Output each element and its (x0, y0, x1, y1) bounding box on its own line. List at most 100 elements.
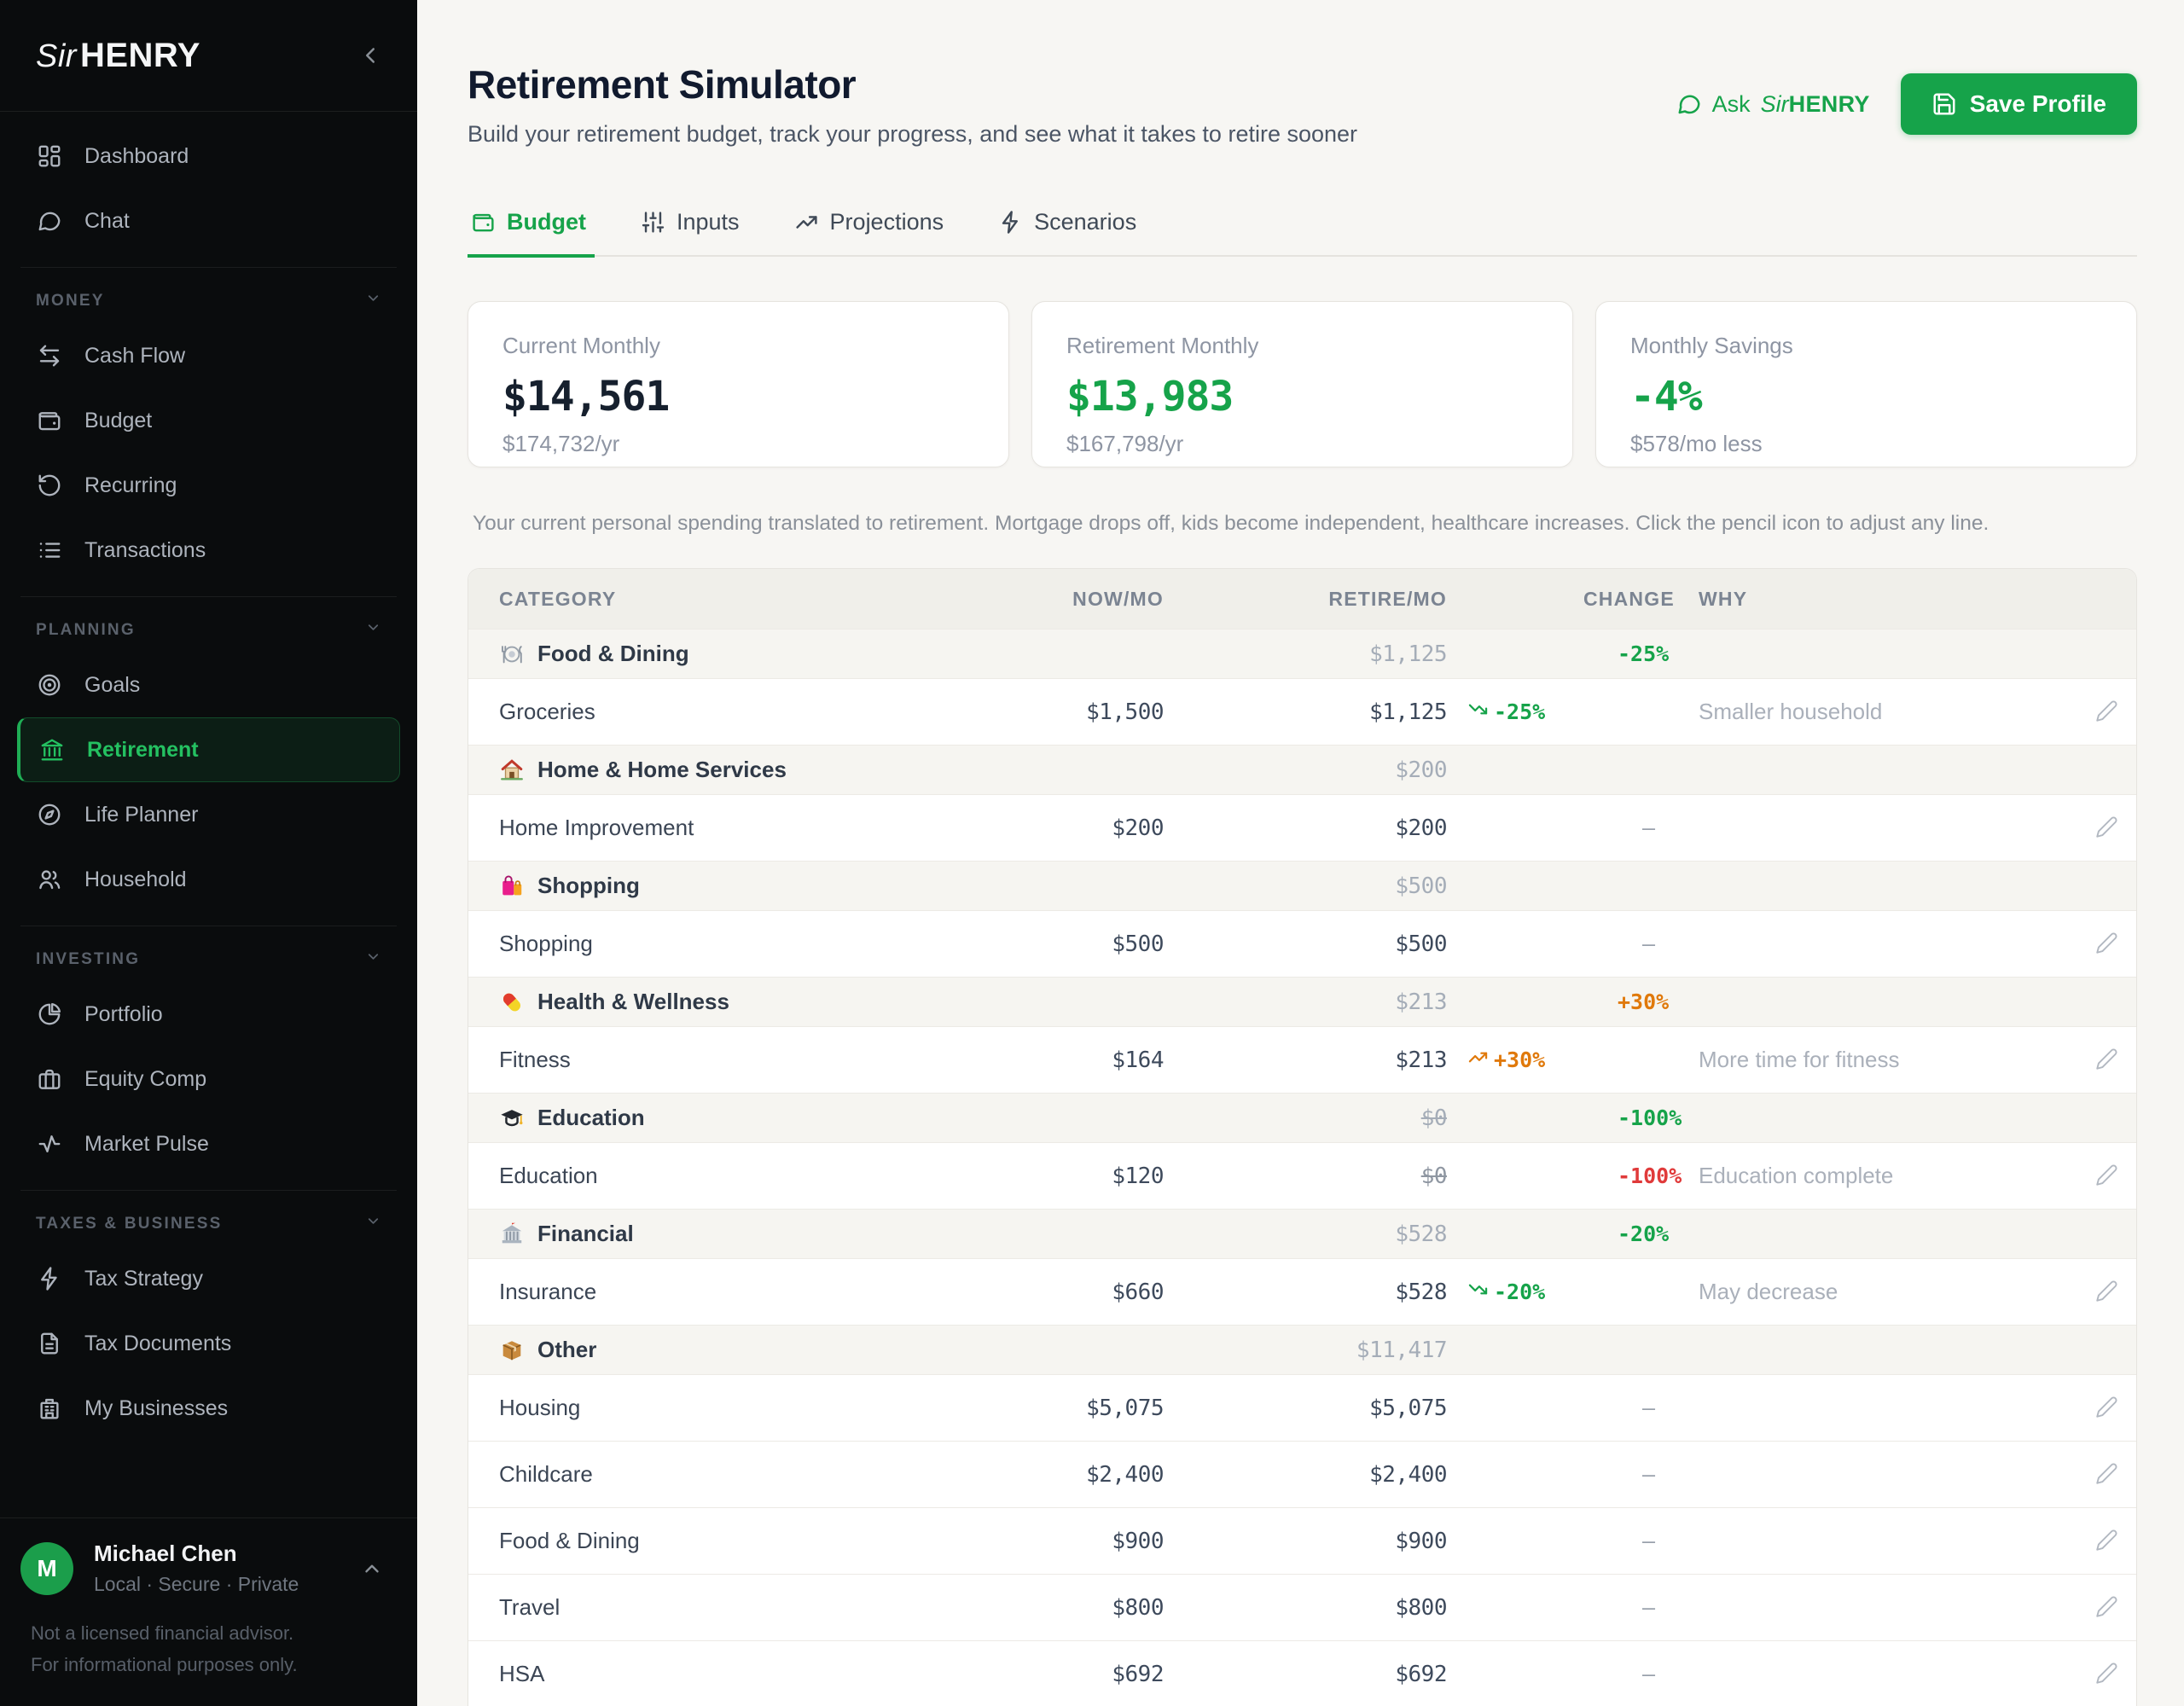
sidebar-item-household[interactable]: Household (17, 847, 400, 912)
main-content: Retirement Simulator Build your retireme… (417, 0, 2184, 1706)
edit-row-button[interactable] (2095, 1163, 2118, 1189)
sidebar-item-tax-strategy[interactable]: Tax Strategy (17, 1246, 400, 1311)
stat-cards: Current Monthly $14,561 $174,732/yr Reti… (468, 301, 2137, 467)
stat-card-monthly-savings: Monthly Savings -4% $578/mo less (1595, 301, 2137, 467)
stat-value: $14,561 (502, 373, 974, 421)
sidebar-item-transactions[interactable]: Transactions (17, 518, 400, 583)
now-value: $120 (952, 1163, 1164, 1189)
sidebar-item-tax-documents[interactable]: Tax Documents (17, 1311, 400, 1376)
sidebar-item-market-pulse[interactable]: Market Pulse (17, 1111, 400, 1176)
column-why: WHY (1699, 588, 2077, 611)
row-category-label: Food & Dining (468, 1528, 952, 1554)
avatar: M (20, 1542, 73, 1595)
edit-row-button[interactable] (2095, 1529, 2118, 1554)
now-value: $660 (952, 1280, 1164, 1305)
sidebar: SirHENRY DashboardChat MONEY Cash Flow Budg… (0, 0, 417, 1706)
sidebar-item-retirement[interactable]: Retirement (17, 717, 400, 782)
section-header-investing[interactable]: INVESTING (17, 940, 400, 982)
table-row-insurance: Insurance$660$528-20%May decrease (468, 1258, 2136, 1325)
section-title: PLANNING (36, 621, 136, 640)
stat-value: -4% (1630, 373, 2102, 421)
stat-label: Retirement Monthly (1066, 333, 1538, 359)
page-title: Retirement Simulator (468, 61, 1357, 107)
group-retire-value: $500 (1164, 873, 1447, 899)
tab-inputs[interactable]: Inputs (637, 197, 748, 258)
sidebar-item-goals[interactable]: Goals (17, 653, 400, 717)
group-change-value: -25% (1599, 641, 1699, 666)
tab-budget[interactable]: Budget (468, 197, 595, 258)
zap-icon (37, 1266, 62, 1291)
ask-sirhenry-button[interactable]: Ask SirHENRY (1676, 91, 1870, 118)
retire-value: $900 (1164, 1529, 1447, 1554)
sidebar-item-my-businesses[interactable]: My Businesses (17, 1376, 400, 1441)
edit-row-button[interactable] (2095, 1462, 2118, 1488)
pencil-icon (2095, 1662, 2118, 1687)
sidebar-item-recurring[interactable]: Recurring (17, 453, 400, 518)
sidebar-item-label: Tax Documents (84, 1332, 231, 1356)
bank-landmark-icon (39, 737, 65, 763)
divider (20, 1190, 397, 1191)
sidebar-item-label: Goals (84, 673, 140, 698)
section-header-money[interactable]: MONEY (17, 281, 400, 323)
sidebar-header: SirHENRY (0, 0, 417, 112)
table-row-housing: Housing$5,075$5,075— (468, 1374, 2136, 1441)
tab-scenarios[interactable]: Scenarios (995, 197, 1145, 258)
profile-expand-button[interactable] (361, 1558, 383, 1580)
group-category-label: Shopping (537, 873, 640, 899)
sidebar-item-chat[interactable]: Chat (17, 189, 400, 253)
profile-section[interactable]: M Michael Chen Local · Secure · Private (0, 1517, 417, 1615)
row-category-label: Groceries (468, 699, 952, 725)
sidebar-collapse-button[interactable] (357, 43, 383, 68)
row-category-label: Childcare (468, 1461, 952, 1488)
group-change-value: -100% (1599, 1105, 1699, 1130)
row-category-label: HSA (468, 1661, 952, 1687)
save-profile-label: Save Profile (1970, 90, 2106, 118)
group-retire-value: $0 (1164, 1105, 1447, 1131)
tab-projections[interactable]: Projections (791, 197, 953, 258)
stat-card-retirement-monthly: Retirement Monthly $13,983 $167,798/yr (1031, 301, 1573, 467)
table-row-travel: Travel$800$800— (468, 1574, 2136, 1640)
trend-up-icon (1468, 1047, 1488, 1072)
row-category-label: Home Improvement (468, 815, 952, 841)
edit-row-button[interactable] (2095, 1396, 2118, 1421)
sidebar-item-portfolio[interactable]: Portfolio (17, 982, 400, 1047)
sidebar-item-label: Cash Flow (84, 344, 185, 368)
why-text: More time for fitness (1699, 1047, 2077, 1073)
section-header-taxes-business[interactable]: TAXES & BUSINESS (17, 1204, 400, 1246)
group-retire-value: $200 (1164, 757, 1447, 783)
section-header-planning[interactable]: PLANNING (17, 611, 400, 653)
divider (20, 596, 397, 597)
table-row-fitness: Fitness$164$213+30%More time for fitness (468, 1026, 2136, 1093)
sidebar-item-budget[interactable]: Budget (17, 388, 400, 453)
sidebar-item-equity-comp[interactable]: Equity Comp (17, 1047, 400, 1111)
retire-value: $5,075 (1164, 1396, 1447, 1421)
table-row-shopping: Shopping$500$500— (468, 910, 2136, 977)
sidebar-item-label: Transactions (84, 538, 206, 563)
sidebar-item-life-planner[interactable]: Life Planner (17, 782, 400, 847)
chevron-down-icon (365, 290, 381, 311)
no-change-dash: — (1618, 1396, 1699, 1420)
table-row-hsa: HSA$692$692— (468, 1640, 2136, 1706)
edit-row-button[interactable] (2095, 1047, 2118, 1073)
retire-value: $213 (1164, 1047, 1447, 1073)
edit-row-button[interactable] (2095, 1662, 2118, 1687)
edit-row-button[interactable] (2095, 931, 2118, 957)
edit-row-button[interactable] (2095, 1280, 2118, 1305)
pencil-icon (2095, 1529, 2118, 1554)
edit-row-button[interactable] (2095, 699, 2118, 725)
no-change-dash: — (1618, 815, 1699, 840)
divider (20, 267, 397, 268)
edit-row-button[interactable] (2095, 815, 2118, 841)
save-profile-button[interactable]: Save Profile (1901, 73, 2137, 135)
sidebar-item-cash-flow[interactable]: Cash Flow (17, 323, 400, 388)
column-now: NOW/MO (952, 588, 1164, 611)
now-value: $164 (952, 1047, 1164, 1073)
no-change-dash: — (1618, 1529, 1699, 1553)
no-change-dash: — (1618, 1462, 1699, 1487)
graduation-cap-icon (499, 1105, 525, 1131)
group-row-home-home-services: Home & Home Services$200 (468, 745, 2136, 794)
plate-cutlery-icon (499, 641, 525, 667)
edit-row-button[interactable] (2095, 1595, 2118, 1621)
sidebar-item-dashboard[interactable]: Dashboard (17, 124, 400, 189)
retire-value: $1,125 (1164, 699, 1447, 725)
